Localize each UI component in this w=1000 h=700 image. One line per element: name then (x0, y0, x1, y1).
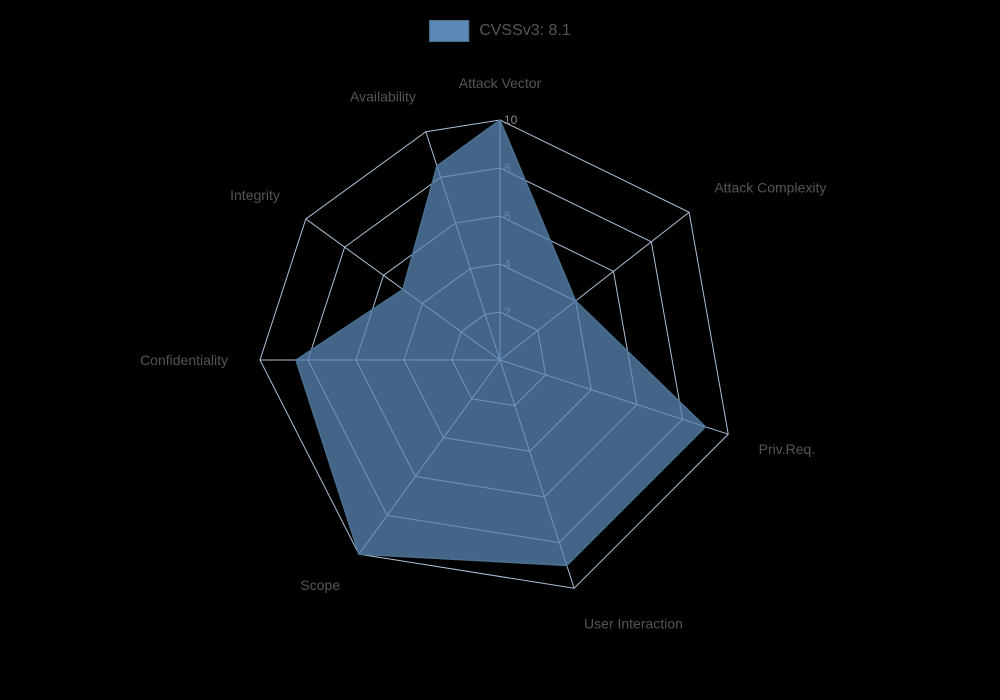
svg-text:User Interaction: User Interaction (584, 615, 683, 631)
svg-text:Confidentiality: Confidentiality (140, 352, 228, 368)
chart-container: 246810Attack VectorAttack ComplexityPriv… (0, 0, 1000, 700)
svg-text:10: 10 (504, 113, 518, 127)
svg-text:Attack Vector: Attack Vector (459, 75, 542, 91)
svg-text:Priv.Req.: Priv.Req. (759, 441, 816, 457)
legend: CVSSv3: 8.1 (429, 20, 571, 42)
svg-text:Scope: Scope (300, 577, 340, 593)
svg-text:Availability: Availability (350, 88, 416, 104)
svg-text:Integrity: Integrity (230, 187, 280, 203)
legend-label: CVSSv3: 8.1 (479, 22, 571, 40)
svg-text:Attack Complexity: Attack Complexity (714, 180, 826, 196)
radar-chart: 246810Attack VectorAttack ComplexityPriv… (0, 0, 1000, 700)
legend-color-box (429, 20, 469, 42)
